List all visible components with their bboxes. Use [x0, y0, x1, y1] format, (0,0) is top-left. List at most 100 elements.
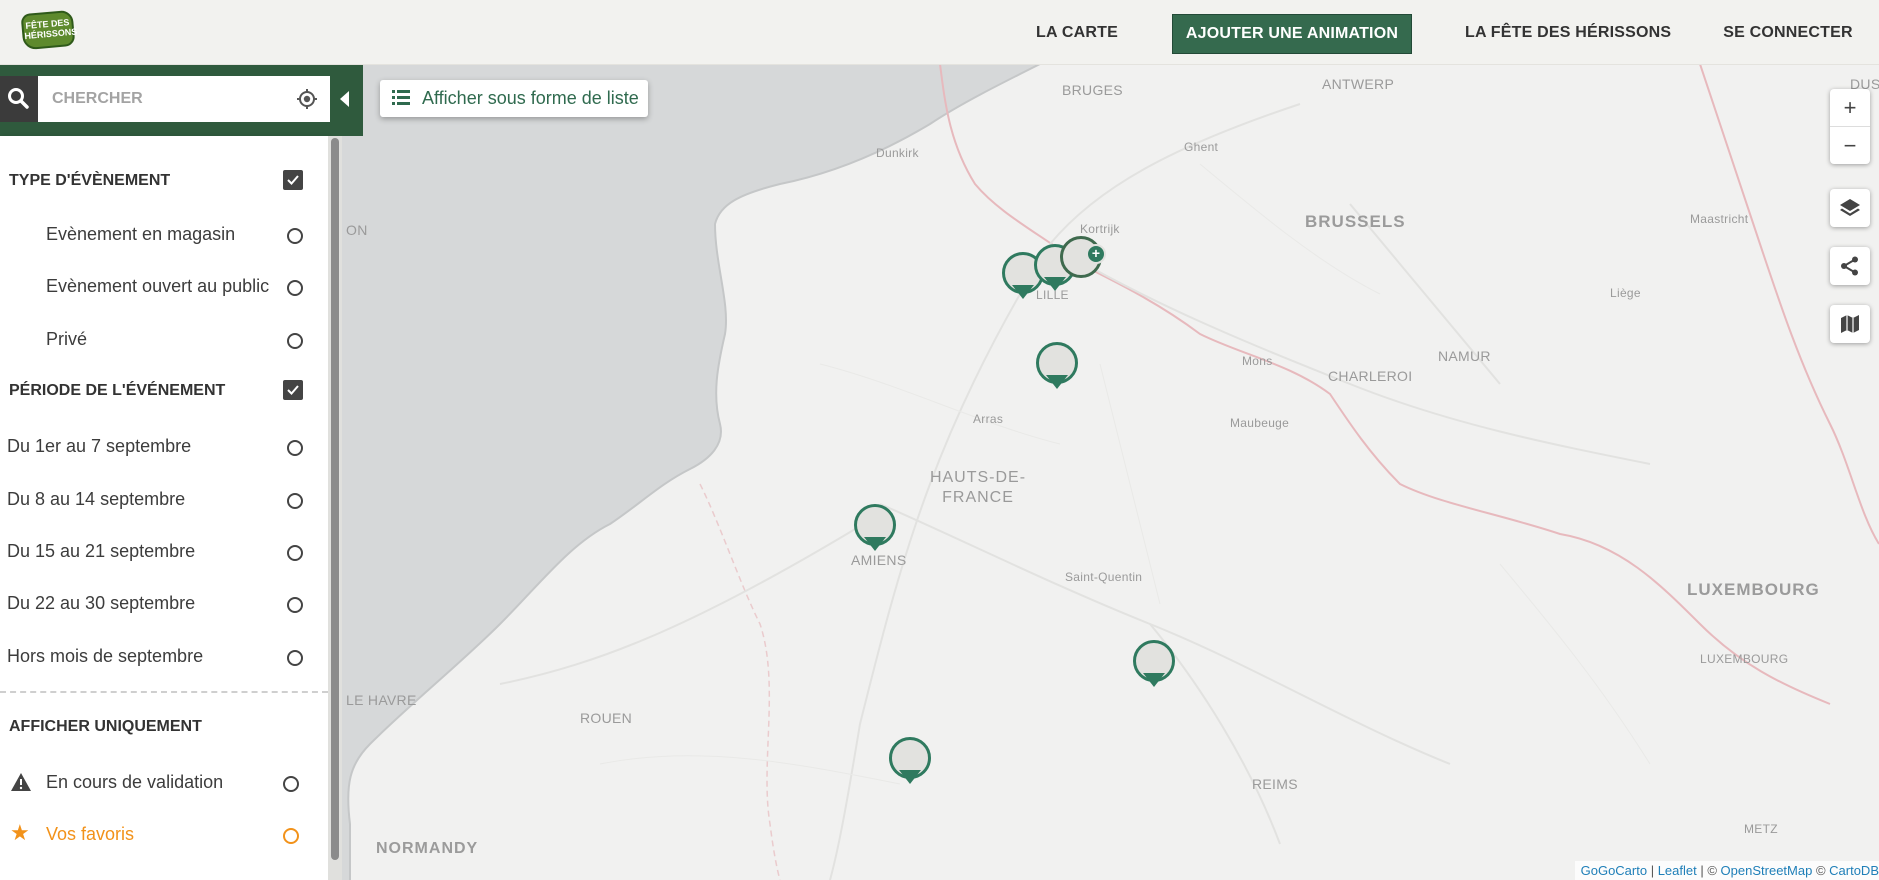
map-marker-tail	[1012, 285, 1034, 299]
radio-icon[interactable]	[283, 828, 299, 844]
filter-option[interactable]: Evènement en magasin	[0, 208, 328, 260]
map-label-charleroi: CHARLEROI	[1328, 368, 1413, 384]
filter-option-favoris[interactable]: ★ Vos favoris	[0, 808, 328, 860]
radio-icon[interactable]	[287, 440, 303, 456]
map-view-button[interactable]	[1830, 305, 1870, 343]
map-marker[interactable]	[1036, 342, 1078, 398]
attribution-sep: | ©	[1696, 863, 1721, 878]
leaflet-link[interactable]: Leaflet	[1658, 863, 1697, 878]
list-view-label: Afficher sous forme de liste	[422, 88, 639, 108]
radio-icon[interactable]	[287, 280, 303, 296]
radio-icon[interactable]	[287, 597, 303, 613]
warning-icon	[11, 773, 31, 791]
openstreetmap-link[interactable]: OpenStreetMap	[1721, 863, 1813, 878]
filter-sidebar: TYPE D'ÉVÈNEMENT Evènement en magasin Ev…	[0, 136, 328, 880]
map-label-maastricht: Maastricht	[1690, 212, 1749, 226]
map-cluster-marker[interactable]: +	[1060, 236, 1106, 292]
attribution-sep: |	[1647, 863, 1658, 878]
gogocarto-link[interactable]: GoGoCarto	[1581, 863, 1647, 878]
list-icon	[392, 90, 410, 106]
map-marker-tail	[1143, 673, 1165, 687]
map-label-namur: NAMUR	[1438, 348, 1491, 364]
map-label-ghent: Ghent	[1184, 140, 1219, 154]
filter-heading-afficher: AFFICHER UNIQUEMENT	[0, 702, 328, 754]
filter-heading-type[interactable]: TYPE D'ÉVÈNEMENT	[0, 156, 328, 208]
sidebar-scrollbar-thumb[interactable]	[331, 138, 339, 860]
filter-option-label: Vos favoris	[46, 824, 135, 844]
filter-option-label: Du 15 au 21 septembre	[7, 541, 196, 561]
radio-icon[interactable]	[287, 650, 303, 666]
checkbox-checked-icon[interactable]	[283, 380, 303, 400]
nav-la-carte[interactable]: LA CARTE	[1022, 14, 1132, 52]
map-marker-tail	[864, 537, 886, 551]
map-label-antwerp: ANTWERP	[1322, 76, 1395, 92]
radio-icon[interactable]	[283, 776, 299, 792]
share-icon	[1841, 256, 1858, 276]
map-label-arras: Arras	[973, 412, 1004, 426]
filter-heading-label: PÉRIODE DE L'ÉVÉNEMENT	[9, 382, 226, 399]
filter-option[interactable]: Evènement ouvert au public	[0, 260, 328, 312]
list-view-button[interactable]: Afficher sous forme de liste	[380, 80, 648, 117]
map-marker[interactable]	[854, 504, 896, 560]
map-label-normandy: NORMANDY	[376, 840, 479, 857]
filter-heading-label: AFFICHER UNIQUEMENT	[9, 718, 202, 735]
map-icon	[1841, 315, 1859, 333]
layers-button[interactable]	[1830, 189, 1870, 227]
filter-option[interactable]: Du 22 au 30 septembre	[0, 577, 328, 629]
map-label-maubeuge: Maubeuge	[1230, 416, 1290, 430]
map-label-mons: Mons	[1242, 354, 1273, 368]
share-button[interactable]	[1830, 247, 1870, 285]
filter-option[interactable]: Privé	[0, 313, 328, 365]
filter-option-validation[interactable]: En cours de validation	[0, 756, 328, 808]
filter-option-label: Privé	[46, 329, 88, 349]
checkbox-checked-icon[interactable]	[283, 170, 303, 190]
map-label-luxembourg-city: LUXEMBOURG	[1700, 652, 1789, 666]
map-label-kortrijk: Kortrijk	[1080, 222, 1120, 236]
map-label-rouen: ROUEN	[580, 710, 633, 726]
layers-icon	[1840, 199, 1860, 216]
map-marker[interactable]	[889, 737, 931, 793]
map-marker-tail	[899, 770, 921, 784]
site-logo[interactable]: FÊTE DES HÉRISSONS	[20, 9, 78, 51]
cartodb-link[interactable]: CartoDB	[1829, 863, 1879, 878]
filter-option[interactable]: Du 15 au 21 septembre	[0, 525, 328, 577]
radio-icon[interactable]	[287, 333, 303, 349]
map-label-saint-quentin: Saint-Quentin	[1065, 570, 1143, 584]
map-label-dunkirk: Dunkirk	[876, 146, 919, 160]
map-label-le-havre: LE HAVRE	[346, 692, 417, 708]
map-label-hdf-line2: FRANCE	[942, 489, 1014, 506]
search-button[interactable]	[0, 76, 38, 122]
top-header: FÊTE DES HÉRISSONS LA CARTE AJOUTER UNE …	[0, 0, 1879, 65]
zoom-out-button[interactable]: −	[1830, 126, 1870, 164]
map-label-luxembourg-country: LUXEMBOURG	[1687, 580, 1820, 599]
filter-option[interactable]: Du 1er au 7 septembre	[0, 420, 328, 472]
radio-icon[interactable]	[287, 545, 303, 561]
sidebar-collapse-button[interactable]	[332, 76, 358, 122]
filter-option-label: Du 1er au 7 septembre	[7, 436, 192, 456]
map-label-metz: METZ	[1744, 822, 1778, 836]
nav-fete-des-herissons[interactable]: LA FÊTE DES HÉRISSONS	[1465, 14, 1671, 52]
map-marker[interactable]	[1133, 640, 1175, 696]
geolocate-icon[interactable]	[296, 88, 318, 110]
filter-option[interactable]: Du 8 au 14 septembre	[0, 473, 328, 525]
filter-option-label: En cours de validation	[46, 772, 224, 792]
filter-option-label: Evènement ouvert au public	[46, 276, 270, 296]
radio-icon[interactable]	[287, 228, 303, 244]
search-input[interactable]	[38, 76, 330, 122]
filter-heading-periode[interactable]: PÉRIODE DE L'ÉVÉNEMENT	[0, 366, 328, 418]
nav-ajouter-animation-button[interactable]: AJOUTER UNE ANIMATION	[1172, 14, 1412, 54]
map-marker-tail	[1046, 375, 1068, 389]
filter-option-label: Hors mois de septembre	[7, 646, 204, 666]
map-label-brussels: BRUSSELS	[1305, 212, 1406, 231]
radio-icon[interactable]	[287, 493, 303, 509]
filter-option-label: Du 22 au 30 septembre	[7, 593, 196, 613]
filter-option[interactable]: Hors mois de septembre	[0, 630, 328, 682]
zoom-in-button[interactable]: +	[1830, 89, 1870, 126]
cluster-plus-icon: +	[1086, 244, 1106, 264]
filter-option-label: Evènement en magasin	[46, 224, 236, 244]
nav-se-connecter[interactable]: SE CONNECTER	[1718, 14, 1858, 52]
section-divider	[0, 691, 328, 693]
star-icon: ★	[10, 820, 30, 845]
filter-option-label: Du 8 au 14 septembre	[7, 489, 186, 509]
map-label-reims: REIMS	[1252, 776, 1298, 792]
